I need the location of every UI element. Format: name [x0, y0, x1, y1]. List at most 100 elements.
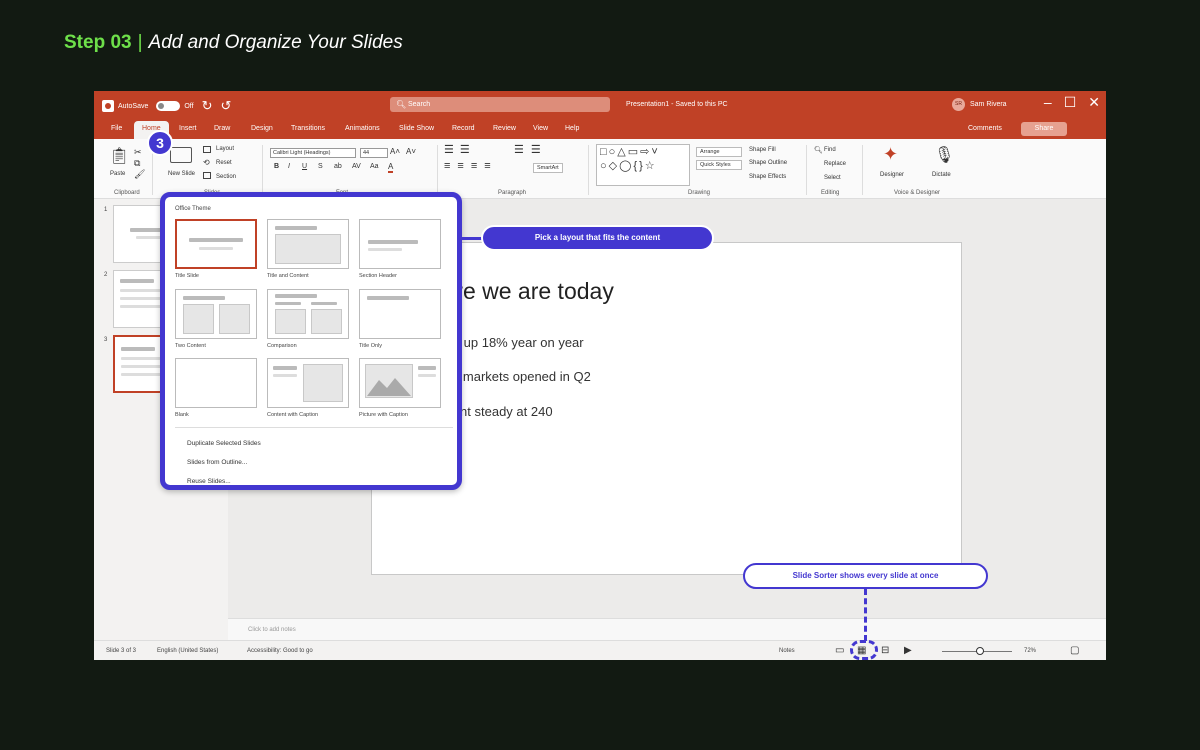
- section-button[interactable]: Section: [216, 174, 236, 180]
- clipboard-group-label: Clipboard: [114, 190, 140, 196]
- reset-icon: ⟲: [203, 158, 210, 167]
- font-family-select[interactable]: Calibri Light (Headings): [270, 148, 356, 158]
- duplicate-slides-menu-item[interactable]: Duplicate Selected Slides: [187, 440, 261, 447]
- undo-icon[interactable]: ↻: [202, 98, 213, 114]
- autosave-toggle[interactable]: [156, 101, 181, 111]
- microphone-icon[interactable]: 🎙︎: [934, 145, 954, 165]
- tab-slide-show[interactable]: Slide Show: [399, 125, 434, 132]
- list-icon[interactable]: ☰☰: [444, 143, 476, 156]
- shape-fill-button[interactable]: Shape Fill: [749, 147, 776, 153]
- accessibility-status[interactable]: Accessibility: Good to go: [247, 648, 313, 654]
- reset-button[interactable]: Reset: [216, 160, 232, 166]
- notes-pane[interactable]: Click to add notes: [228, 618, 1106, 640]
- redo-icon[interactable]: ↺: [220, 98, 231, 114]
- slide-sorter-highlight: [850, 640, 878, 660]
- close-icon[interactable]: ✕: [1088, 94, 1100, 111]
- tab-review[interactable]: Review: [493, 125, 516, 132]
- step-badge: 3: [147, 130, 173, 156]
- shape-effects-button[interactable]: Shape Effects: [749, 174, 786, 180]
- dictate-button[interactable]: Dictate: [932, 172, 951, 178]
- autosave-group: AutoSave Off ↻ ↺: [102, 98, 231, 114]
- underline-button[interactable]: U: [302, 163, 307, 170]
- voice-group-label: Voice & Designer: [894, 190, 941, 196]
- play-icon[interactable]: ▶: [904, 645, 912, 656]
- small-caps-button[interactable]: ab: [334, 163, 342, 170]
- font-grow-icon[interactable]: A˄: [390, 147, 400, 156]
- quick-styles-button[interactable]: Quick Styles: [696, 160, 742, 170]
- arrange-button[interactable]: Arrange: [696, 147, 742, 157]
- layout-bar: [311, 302, 337, 305]
- user-account[interactable]: SR Sam Rivera: [952, 98, 1007, 111]
- find-button[interactable]: Find: [824, 147, 836, 153]
- avatar: SR: [952, 98, 965, 111]
- sparkle-icon[interactable]: ✦: [883, 144, 898, 165]
- minimize-icon[interactable]: –: [1044, 94, 1052, 111]
- bold-button[interactable]: B: [274, 163, 279, 170]
- notes-button[interactable]: Notes: [779, 648, 795, 654]
- layout-thumbnail: [175, 219, 257, 269]
- slides-from-outline-menu-item[interactable]: Slides from Outline...: [187, 459, 247, 466]
- italic-button[interactable]: I: [288, 163, 290, 170]
- select-button[interactable]: Select: [824, 175, 841, 181]
- language-status[interactable]: English (United States): [157, 648, 218, 654]
- change-case-button[interactable]: Aa: [370, 163, 379, 170]
- new-slide-icon[interactable]: [170, 147, 192, 163]
- clipboard-icon[interactable]: 📋︎: [109, 146, 129, 166]
- share-button[interactable]: Share: [1021, 122, 1067, 136]
- shape-outline-button[interactable]: Shape Outline: [749, 160, 787, 166]
- maximize-icon[interactable]: ☐: [1064, 94, 1077, 111]
- layout-thumbnail: [267, 289, 349, 339]
- font-size-select[interactable]: 44: [360, 148, 388, 158]
- ribbon-divider: [806, 145, 807, 195]
- replace-button[interactable]: Replace: [824, 161, 846, 167]
- tab-file[interactable]: File: [111, 125, 122, 132]
- font-shrink-icon[interactable]: A˅: [406, 147, 416, 156]
- layout-bar: [183, 296, 225, 300]
- layout-thumbnail: [267, 358, 349, 408]
- step-number: Step 03: [64, 32, 132, 53]
- thumbnail-number: 2: [104, 272, 108, 278]
- tab-design[interactable]: Design: [251, 125, 273, 132]
- layout-bar: [189, 238, 243, 242]
- font-color-button[interactable]: A: [388, 162, 394, 173]
- layout-box: [303, 364, 343, 402]
- layout-label: Title and Content: [267, 273, 309, 279]
- section-icon: [203, 172, 211, 179]
- comments-button[interactable]: Comments: [968, 125, 1002, 132]
- copy-icon[interactable]: ⧉: [134, 158, 140, 169]
- brush-icon[interactable]: 🖌︎: [134, 169, 145, 180]
- smartart-button[interactable]: SmartArt: [533, 163, 563, 173]
- paste-button[interactable]: Paste: [110, 171, 125, 177]
- tab-view[interactable]: View: [533, 125, 548, 132]
- tab-insert[interactable]: Insert: [179, 125, 197, 132]
- ribbon-tabs: File Home Insert Draw Design Transitions…: [94, 119, 1106, 139]
- char-spacing-button[interactable]: AV: [352, 163, 361, 170]
- reading-view-icon[interactable]: ⊟: [881, 645, 889, 656]
- new-slide-button[interactable]: New Slide: [168, 171, 195, 177]
- search-input[interactable]: 🔍︎ Search: [390, 97, 610, 112]
- tab-animations[interactable]: Animations: [345, 125, 380, 132]
- layout-box: [219, 304, 250, 334]
- align-icon[interactable]: ≡≡≡≡: [444, 160, 498, 172]
- tab-record[interactable]: Record: [452, 125, 475, 132]
- normal-view-icon[interactable]: ▭: [835, 645, 844, 656]
- fit-slide-icon[interactable]: ▢: [1070, 645, 1079, 656]
- scissors-icon[interactable]: ✂: [134, 147, 142, 158]
- indent-icon[interactable]: ☰☰: [514, 143, 548, 156]
- layout-label: Picture with Caption: [359, 412, 408, 418]
- tab-help[interactable]: Help: [565, 125, 579, 132]
- editing-group-label: Editing: [821, 190, 840, 196]
- layout-button[interactable]: Layout: [216, 146, 234, 152]
- shapes-gallery[interactable]: □○△▭⇨˅ ○◇◯{}☆: [596, 144, 690, 186]
- strikethrough-button[interactable]: S: [318, 163, 323, 170]
- tab-transitions[interactable]: Transitions: [291, 125, 325, 132]
- thumbnail-number: 3: [104, 337, 108, 343]
- layout-bar: [418, 366, 436, 370]
- zoom-slider-handle[interactable]: [976, 647, 984, 655]
- zoom-level[interactable]: 72%: [1024, 648, 1036, 654]
- reuse-slides-menu-item[interactable]: Reuse Slides...: [187, 478, 231, 485]
- callout-dashed-connector: [864, 589, 867, 641]
- designer-button[interactable]: Designer: [880, 172, 904, 178]
- drawing-group-label: Drawing: [688, 190, 711, 196]
- tab-draw[interactable]: Draw: [214, 125, 230, 132]
